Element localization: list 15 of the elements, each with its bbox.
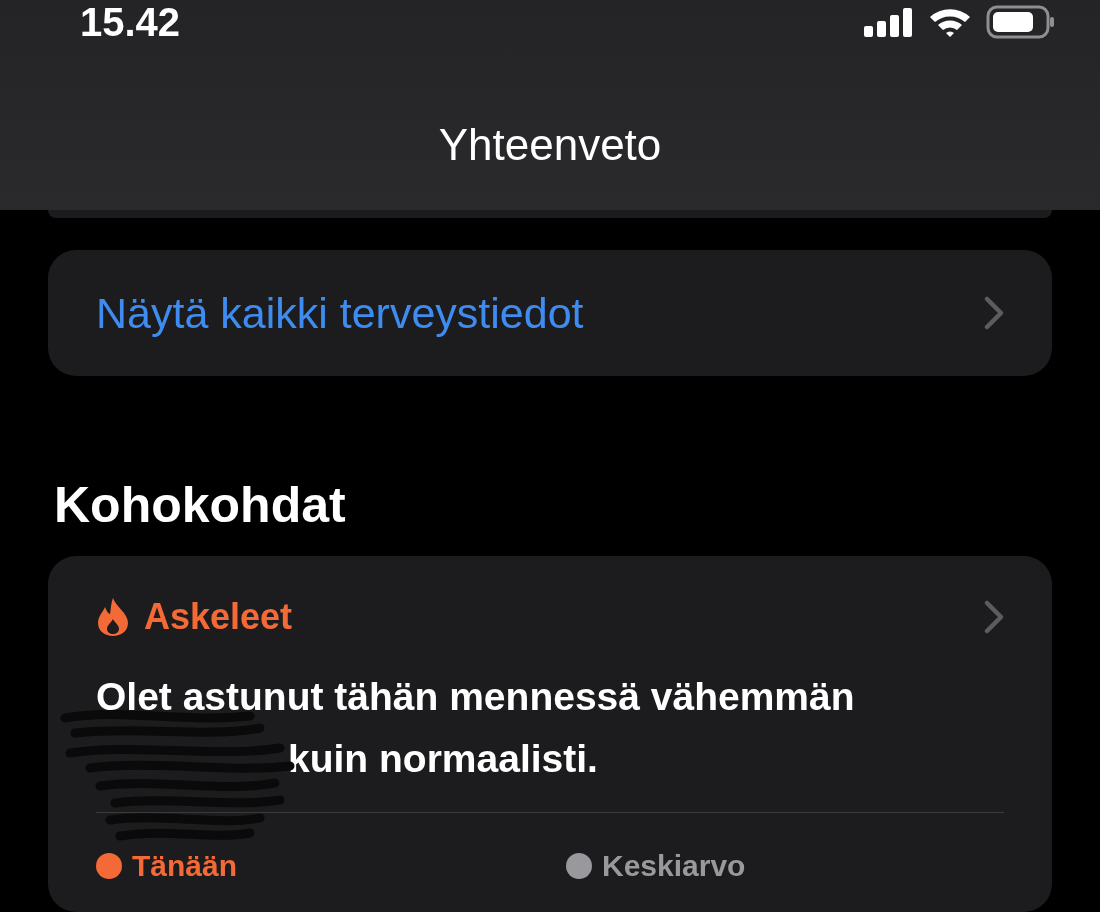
legend-label: Tänään	[132, 849, 238, 883]
chevron-icon	[984, 296, 1004, 330]
battery-icon	[986, 5, 1056, 39]
wifi-icon	[928, 6, 972, 38]
show-all-health-data-link[interactable]: Näytä kaikki terveystiedot	[96, 288, 584, 338]
highlight-text: Olet astunut tähän mennessä vähemmän	[96, 674, 856, 720]
flame-icon	[96, 597, 130, 637]
signal-icon	[864, 7, 914, 37]
nav-title: Yhteenveto	[437, 120, 663, 170]
status-time: 15.42	[80, 0, 181, 45]
section-title: Kohokohdat	[54, 476, 347, 534]
chevron-icon	[984, 600, 1004, 634]
highlight-text: kuin normaalisti.	[288, 736, 598, 782]
legend-label: Keskiarvo	[602, 849, 746, 883]
category-title: Askeleet	[144, 596, 293, 638]
